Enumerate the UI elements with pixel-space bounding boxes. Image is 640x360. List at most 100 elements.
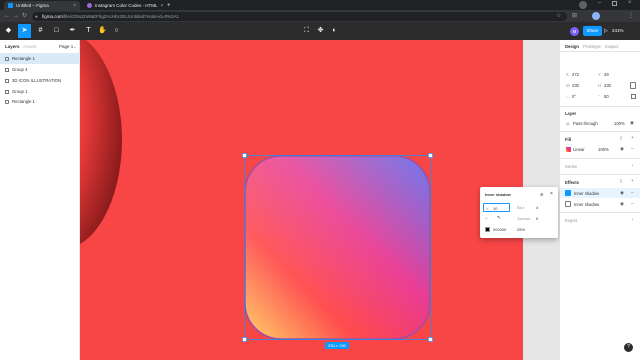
height-input[interactable]: 230 [604, 83, 611, 88]
contrast-icon[interactable]: ◐ [328, 24, 341, 38]
independent-corners-icon[interactable] [631, 94, 636, 99]
popup-title: Inner shadow [485, 192, 511, 197]
shadow-color-swatch[interactable] [485, 227, 490, 232]
remove-icon[interactable]: – [631, 146, 634, 151]
extensions-icon[interactable]: ⊞ [572, 12, 577, 20]
close-tab-icon[interactable]: × [161, 3, 163, 9]
resize-handle-bottom-left[interactable] [242, 337, 247, 342]
eye-icon[interactable]: ◉ [630, 120, 634, 126]
profile-avatar-icon[interactable] [592, 12, 600, 20]
tab-prototype[interactable]: Prototype [583, 44, 601, 49]
maximize-icon[interactable] [612, 1, 617, 6]
eye-icon[interactable]: ◉ [620, 201, 624, 207]
comment-tool-icon[interactable]: ○ [110, 24, 123, 38]
add-fill-icon[interactable]: + [631, 135, 634, 140]
fill-swatch[interactable] [566, 147, 571, 152]
fill-opacity[interactable]: 100% [598, 147, 609, 152]
eye-icon[interactable]: ◉ [620, 146, 624, 152]
minimize-icon[interactable]: – [598, 0, 601, 6]
layer-label: Group 4 [12, 67, 28, 72]
present-icon[interactable]: ▷ [604, 28, 608, 34]
effect-settings-icon[interactable] [565, 190, 571, 196]
corner-radius-input[interactable]: 50 [604, 94, 609, 99]
remove-icon[interactable]: – [631, 190, 634, 195]
frame-tool-icon[interactable]: # [34, 24, 47, 38]
spread-value[interactable]: 0 [536, 216, 538, 221]
component-icon[interactable]: ⛶ [300, 24, 313, 38]
browser-tab-instagram-colors[interactable]: Instagram Color Codes - HTML × [83, 1, 163, 10]
url-path: /file/cDbsZnWaEFhgZAcHbc2EL/Untitled?nod… [62, 13, 180, 19]
pen-tool-icon[interactable]: ✒ [66, 24, 79, 38]
resize-handle-top-right[interactable] [428, 153, 433, 158]
back-icon[interactable]: ← [4, 12, 10, 20]
new-tab-button[interactable]: + [165, 1, 175, 10]
reload-icon[interactable]: ↻ [22, 12, 27, 20]
hand-tool-icon[interactable]: ✋ [96, 24, 109, 38]
layer-item[interactable]: Group 4 [0, 64, 80, 75]
forward-icon[interactable]: → [13, 12, 19, 20]
y-position-input[interactable]: 49 [604, 72, 609, 77]
add-export-icon[interactable]: + [631, 217, 634, 222]
remove-icon[interactable]: – [631, 201, 634, 206]
fill-type[interactable]: Linear [573, 147, 585, 152]
browser-tab-figma[interactable]: Untitled – Figma × [4, 1, 80, 10]
h-label: H [598, 83, 602, 88]
tab-title: Instagram Color Codes - HTML [95, 3, 158, 8]
eye-icon[interactable]: ◉ [620, 190, 624, 196]
page-selector[interactable]: Page 1 [59, 44, 73, 49]
add-effect-icon[interactable]: + [631, 178, 634, 183]
text-tool-icon[interactable]: T [82, 24, 95, 38]
layer-opacity-input[interactable]: 100% [614, 121, 625, 126]
design-canvas[interactable]: 230 × 230 [80, 40, 523, 360]
tab-design[interactable]: Design [565, 44, 579, 49]
url-input[interactable]: ● figma.com/file/cDbsZnWaEFhgZAcHbc2EL/U… [32, 11, 567, 21]
settings-icon[interactable]: ⚙ [540, 192, 544, 197]
mask-icon[interactable]: ✥ [314, 24, 327, 38]
width-input[interactable]: 230 [572, 83, 579, 88]
add-stroke-icon[interactable]: + [631, 163, 634, 168]
style-grid-icon[interactable]: ⁞⁞ [620, 136, 623, 141]
divider [560, 158, 640, 159]
rotation-input[interactable]: 0° [572, 94, 576, 99]
effect-type[interactable]: Inner shadow [574, 202, 599, 207]
layer-item[interactable]: Rectangle 1 [0, 96, 80, 107]
effect-row-selected[interactable] [560, 188, 640, 198]
cursor-icon: ↖ [497, 215, 502, 221]
resize-handle-bottom-right[interactable] [428, 337, 433, 342]
w-label: W [566, 83, 570, 88]
shadow-color-hex[interactable]: 000000 [493, 227, 506, 232]
tab-search-icon[interactable] [579, 1, 587, 9]
tab-assets[interactable]: Assets [23, 44, 37, 49]
layer-item[interactable]: 3D ICON ILLUSTRATION [0, 75, 80, 86]
bookmark-star-icon[interactable]: ☆ [556, 12, 561, 20]
x-position-input[interactable]: 272 [572, 72, 579, 77]
tab-layers[interactable]: Layers [5, 44, 20, 49]
constrain-proportions-icon[interactable] [630, 82, 636, 89]
main-menu-icon[interactable]: ◆ [2, 24, 15, 38]
y-offset-input[interactable]: Y [485, 216, 488, 221]
shape-tool-icon[interactable]: □ [50, 24, 63, 38]
resize-handle-top-left[interactable] [242, 153, 247, 158]
close-window-icon[interactable]: × [628, 0, 632, 6]
browser-menu-icon[interactable]: ⋮ [628, 12, 634, 20]
shadow-color-opacity[interactable]: 25% [517, 227, 525, 232]
effect-type[interactable]: Inner shadow [574, 191, 599, 196]
move-tool-icon[interactable]: ➤ [18, 24, 31, 38]
close-icon[interactable]: × [550, 191, 553, 197]
chevron-down-icon[interactable]: ⌄ [73, 44, 77, 50]
blend-mode-select[interactable]: Pass through [573, 121, 598, 126]
sphere-shape[interactable] [80, 40, 122, 250]
layer-item[interactable]: Rectangle 1 [0, 53, 80, 64]
export-section-title: Export [565, 218, 578, 223]
x-offset-input[interactable]: X 10 [483, 203, 510, 212]
effect-settings-icon[interactable] [565, 201, 571, 207]
icon-highlight [245, 156, 430, 339]
zoom-level[interactable]: 241% [612, 26, 624, 36]
close-tab-icon[interactable]: × [73, 3, 76, 9]
help-icon[interactable]: ? [624, 343, 633, 352]
share-button[interactable]: Share [583, 26, 602, 36]
tab-inspect[interactable]: Inspect [605, 44, 619, 49]
style-grid-icon[interactable]: ⁞⁞ [620, 179, 623, 184]
blur-value[interactable]: 4 [536, 205, 538, 210]
user-avatar[interactable]: M [570, 26, 579, 36]
